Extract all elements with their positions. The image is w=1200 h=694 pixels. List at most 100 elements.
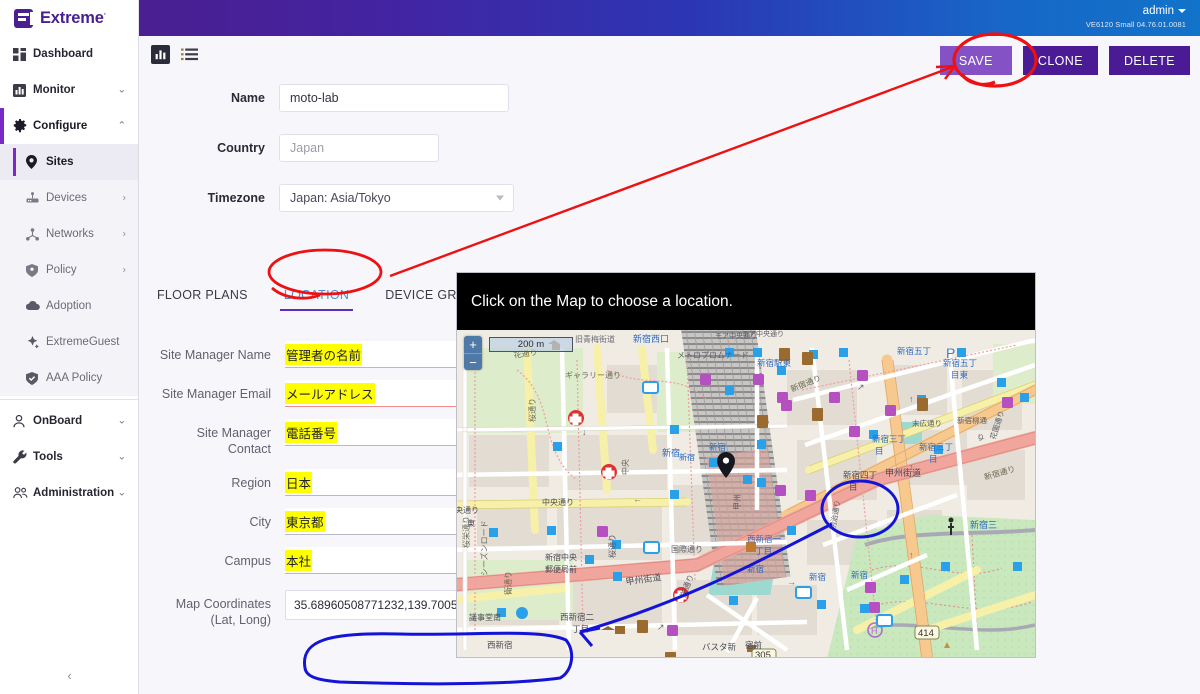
chevron-right-icon: › xyxy=(122,228,126,240)
timezone-select[interactable]: Japan: Asia/Tokyo xyxy=(279,184,514,212)
users-icon xyxy=(13,487,30,499)
svg-text:旧青梅街道: 旧青梅街道 xyxy=(575,334,615,344)
svg-text:414: 414 xyxy=(918,628,934,639)
sidebar-item-onboard[interactable]: OnBoard ⌄ xyxy=(0,403,138,439)
map-pin-icon xyxy=(26,155,43,169)
svg-text:新宿五丁: 新宿五丁 xyxy=(897,346,931,357)
svg-text:郵便局前: 郵便局前 xyxy=(545,564,577,574)
svg-text:↑: ↑ xyxy=(909,550,914,560)
sidebar-item-tools[interactable]: Tools ⌄ xyxy=(0,439,138,475)
svg-text:新宿: 新宿 xyxy=(679,452,695,462)
svg-text:メトロプロムナード: メトロプロムナード xyxy=(677,351,749,360)
configure-submenu: Sites Devices › Networks › Policy › Adop… xyxy=(0,144,138,396)
chevron-down-icon: ⌄ xyxy=(117,415,126,427)
field-row-country: Country Japan xyxy=(139,134,779,162)
site-manager-contact-label: Site Manager Contact xyxy=(196,426,271,456)
svg-text:新宿: 新宿 xyxy=(662,447,680,459)
site-manager-email-label: Site Manager Email xyxy=(161,387,271,401)
svg-text:目東: 目東 xyxy=(951,370,969,381)
svg-text:衛通り: 衛通り xyxy=(503,571,513,595)
sidebar-item-extremeguest[interactable]: ExtremeGuest xyxy=(0,324,138,360)
save-button[interactable]: SAVE xyxy=(939,46,1012,75)
map-scale-bar: 200 m xyxy=(489,337,573,352)
map-pin-marker xyxy=(717,452,735,478)
delete-button[interactable]: DELETE xyxy=(1108,46,1190,75)
svg-text:→: → xyxy=(705,494,714,504)
timezone-value: Japan: Asia/Tokyo xyxy=(290,191,391,205)
name-input[interactable]: moto-lab xyxy=(279,84,509,112)
svg-text:議事堂南: 議事堂南 xyxy=(469,612,501,622)
sidebar-item-networks[interactable]: Networks › xyxy=(0,216,138,252)
bar-chart-view-icon[interactable] xyxy=(151,45,170,64)
svg-text:桜通り: 桜通り xyxy=(527,398,537,422)
tab-floor-plans[interactable]: FLOOR PLANS xyxy=(157,288,248,312)
sidebar-item-administration[interactable]: Administration ⌄ xyxy=(0,475,138,511)
svg-text:央通り: 央通り xyxy=(457,505,479,515)
chevron-right-icon: › xyxy=(122,192,126,204)
user-menu[interactable]: admin VE6120 Small 04.76.01.0081 xyxy=(1086,5,1186,29)
svg-text:シーズンロード: シーズンロード xyxy=(479,520,489,576)
svg-text:新宿柳通: 新宿柳通 xyxy=(957,415,987,425)
sidebar-item-label: Networks xyxy=(46,228,94,240)
svg-text:末広通り: 末広通り xyxy=(912,418,942,428)
shield-icon xyxy=(26,263,43,277)
field-value: 日本 xyxy=(285,471,313,493)
map-instruction-banner: Click on the Map to choose a location. xyxy=(457,273,1035,330)
svg-text:丁目: 丁目 xyxy=(755,547,772,557)
svg-text:国際通り: 国際通り xyxy=(671,544,703,554)
map-canvas[interactable]: ←→ ↓↑ ↑↑↑ ↗← ↗→ xyxy=(457,330,1035,657)
sidebar-item-label: Tools xyxy=(33,451,63,463)
clone-button[interactable]: CLONE xyxy=(1022,46,1098,75)
svg-text:新宿三丁: 新宿三丁 xyxy=(872,434,906,445)
left-sidebar: Dashboard Monitor ⌄ Configure ⌃ Sites De… xyxy=(0,36,139,694)
svg-text:↗: ↗ xyxy=(857,382,865,392)
sidebar-item-label: Devices xyxy=(46,192,87,204)
tab-location[interactable]: LOCATION xyxy=(279,288,354,312)
chevron-right-icon: › xyxy=(122,264,126,276)
svg-text:目: 目 xyxy=(875,447,884,457)
svg-text:↗: ↗ xyxy=(657,622,665,632)
view-toolbar xyxy=(151,45,199,64)
map-coordinates-label: Map Coordinates (Lat, Long) xyxy=(175,597,271,627)
sidebar-item-label: Monitor xyxy=(33,84,76,96)
zoom-out-button[interactable]: − xyxy=(464,353,482,370)
sidebar-item-configure[interactable]: Configure ⌃ xyxy=(0,108,138,144)
svg-text:目: 目 xyxy=(929,455,938,465)
device-icon xyxy=(26,192,43,204)
sidebar-collapse-button[interactable]: ‹ xyxy=(0,656,139,694)
field-value: メールアドレス xyxy=(285,382,375,404)
svg-text:H: H xyxy=(871,626,878,636)
sidebar-item-adoption[interactable]: Adoption xyxy=(0,288,138,324)
sidebar-item-dashboard[interactable]: Dashboard xyxy=(0,36,138,72)
country-input[interactable]: Japan xyxy=(279,134,439,162)
registered-mark: · xyxy=(103,9,107,18)
user-name-label: admin xyxy=(1086,5,1186,18)
svg-text:新宿駅東: 新宿駅東 xyxy=(757,358,792,369)
cloud-icon xyxy=(26,301,43,311)
sidebar-item-sites[interactable]: Sites xyxy=(0,144,138,180)
sidebar-item-policy[interactable]: Policy › xyxy=(0,252,138,288)
user-icon xyxy=(13,414,30,428)
zoom-in-button[interactable]: + xyxy=(464,336,482,353)
svg-text:甲州: 甲州 xyxy=(733,494,742,510)
svg-text:西新宿一: 西新宿一 xyxy=(747,534,782,545)
action-buttons: SAVE CLONE DELETE xyxy=(939,46,1190,75)
field-value: 管理者の名前 xyxy=(285,343,363,365)
country-label: Country xyxy=(217,141,265,155)
field-row-name: Name moto-lab xyxy=(139,84,779,112)
svg-text:新宿中央: 新宿中央 xyxy=(545,552,577,562)
sidebar-divider xyxy=(0,399,138,400)
field-value: 電話番号 xyxy=(285,421,338,443)
chevron-down-icon: ⌄ xyxy=(117,451,126,463)
sidebar-item-aaa-policy[interactable]: AAA Policy xyxy=(0,360,138,396)
svg-text:新宿: 新宿 xyxy=(747,564,764,575)
top-header-bar: admin VE6120 Small 04.76.01.0081 xyxy=(139,0,1200,36)
sidebar-item-monitor[interactable]: Monitor ⌄ xyxy=(0,72,138,108)
sidebar-item-label: Sites xyxy=(46,156,74,168)
svg-text:新宿: 新宿 xyxy=(851,570,868,581)
svg-text:宿前: 宿前 xyxy=(745,640,763,651)
sidebar-item-devices[interactable]: Devices › xyxy=(0,180,138,216)
list-view-icon[interactable] xyxy=(180,45,199,64)
timezone-label: Timezone xyxy=(207,191,265,205)
map-zoom-controls: + − xyxy=(464,336,482,370)
